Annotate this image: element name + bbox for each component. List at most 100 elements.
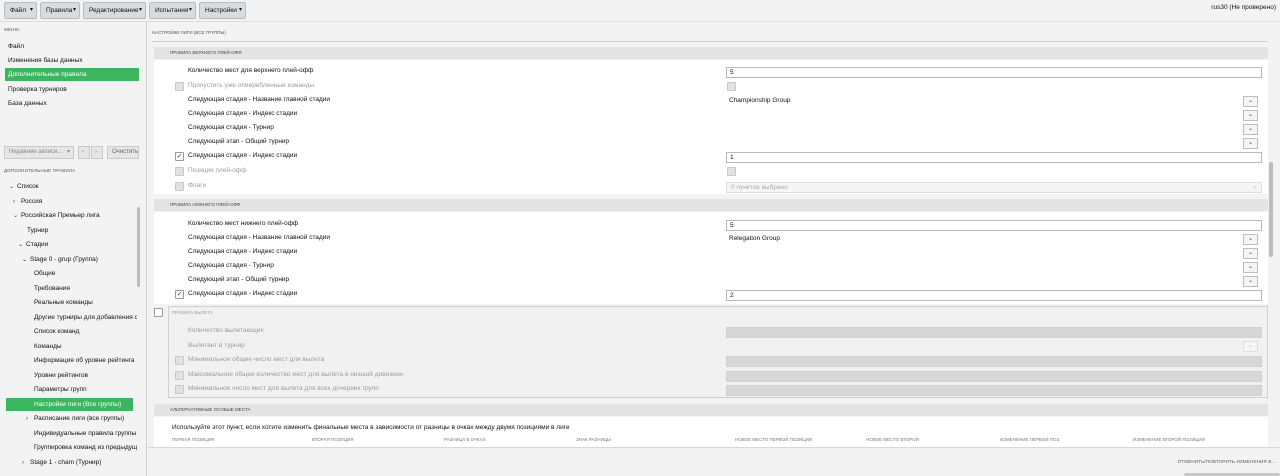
app-window: Файл ▾ Правила ▾ Редактирование ▾ Испытания… xyxy=(0,0,1280,476)
row-label: Минимальное число мест для вылета для вс… xyxy=(188,385,379,392)
tree-item[interactable]: ⌄ Stage 0 - grup (Группа) xyxy=(22,253,98,266)
skip-teams-checkbox[interactable] xyxy=(175,82,184,91)
menu-file[interactable]: Файл ▾ xyxy=(4,2,37,19)
history-forward-button[interactable]: › xyxy=(91,146,103,159)
tree-scrollbar[interactable] xyxy=(137,207,140,287)
row-label: Количество мест нижнего плей-офф xyxy=(188,220,299,227)
row-label: Максимальное общее количество мест для в… xyxy=(188,371,404,378)
chevron-down-icon[interactable]: ⌄ xyxy=(1243,124,1258,135)
row-label: Вылетает в турнир xyxy=(188,342,245,349)
tree-item[interactable]: Группировка команд из предыдущ xyxy=(34,441,137,454)
column-header: НОВОЕ МЕСТО ПЕРВОЙ ПОЗИЦИИ xyxy=(735,437,813,442)
chevron-down-icon[interactable]: ⌄ xyxy=(1243,262,1258,273)
upper-next-stage-name-select[interactable]: Championship Group xyxy=(726,96,1262,107)
nav-file[interactable]: Файл xyxy=(5,40,139,53)
row-label: Следующая стадия - Индекс стадии xyxy=(188,152,298,159)
chevron-down-icon: ▾ xyxy=(238,7,242,13)
history-back-button[interactable]: ‹ xyxy=(78,146,90,159)
menu-rules[interactable]: Правила ▾ xyxy=(40,2,80,19)
menu-edit[interactable]: Редактирование ▾ xyxy=(83,2,146,19)
tree-item-selected[interactable]: Настройки лиги (Все группы) xyxy=(6,398,133,411)
revert-changes-button[interactable]: ОТМЕНИТЬ/ПОВТОРИТЬ ИЗМЕНЕНИЯ В... xyxy=(1178,459,1276,464)
tree-item[interactable]: Индивидуальные правила группы xyxy=(34,427,137,440)
lower-stage-index-checkbox[interactable] xyxy=(175,290,184,299)
lower-next-stage-name-select[interactable]: Relegation Group xyxy=(726,234,1262,245)
row-label: Следующая стадия - Индекс стадии xyxy=(188,248,298,255)
menu-settings[interactable]: Настройки ▾ xyxy=(199,2,246,19)
tree-item[interactable]: Другие турниры для добавления ст xyxy=(34,311,137,324)
chevron-down-icon[interactable]: ⌄ xyxy=(1243,138,1258,149)
min-relegation-checkbox[interactable] xyxy=(175,356,184,365)
child-relegation-input[interactable] xyxy=(726,385,1262,396)
skip-teams-value-checkbox[interactable] xyxy=(727,82,736,91)
alt-places-body xyxy=(154,417,1268,447)
nav-additional-rules[interactable]: Дополнительные правила xyxy=(5,68,139,81)
main-scrollbar[interactable] xyxy=(1269,162,1273,257)
row-label: Пропустить уже отмеребленные команды xyxy=(188,82,315,89)
row-label: Количество вылетающих xyxy=(188,327,264,334)
upper-places-input[interactable]: 5 xyxy=(726,67,1262,78)
tree-item[interactable]: Реальные команды xyxy=(34,296,137,309)
upper-stage-index-checkbox[interactable] xyxy=(175,152,184,161)
tree-item[interactable]: › Россия xyxy=(13,195,42,208)
lower-playoff-header: ПРАВИЛА НИЖНЕГО ПЛЕЙ-ОФФ xyxy=(154,199,1268,211)
chevron-down-icon: ⌄ xyxy=(13,213,19,219)
tree-item[interactable]: Команды xyxy=(34,340,137,353)
nav-database[interactable]: База данных xyxy=(5,97,139,110)
tree-item[interactable]: Список команд xyxy=(34,325,137,338)
menu-section-title: МЕНЮ xyxy=(4,27,20,32)
breadcrumb: НАСТРОЙКИ ЛИГИ (ВСЕ ГРУППЫ) xyxy=(152,30,226,35)
chevron-down-icon[interactable]: ⌄ xyxy=(1243,110,1258,121)
column-header: ИЗМЕНЕНИЕ ВТОРОЙ ПОЗИЦИИ xyxy=(1133,437,1205,442)
tree-item[interactable]: Информация об уровне рейтинга xyxy=(34,354,137,367)
lower-stage-index-input[interactable]: 2 xyxy=(726,290,1262,301)
bottom-bar: ОТМЕНИТЬ/ПОВТОРИТЬ ИЗМЕНЕНИЯ В... xyxy=(148,447,1280,476)
column-header: ВТОРАЯ ПОЗИЦИЯ xyxy=(312,437,354,442)
row-label: Количество мест для верхнего плей-офф xyxy=(188,67,314,74)
tree-section-title: ДОПОЛНИТЕЛЬНЫЕ ПРАВИЛА xyxy=(4,168,76,173)
tree-item[interactable]: Общие xyxy=(34,267,137,280)
chevron-down-icon: ▾ xyxy=(66,149,70,155)
user-status: rus30 (Не проверено) xyxy=(1211,4,1276,11)
nav-check-tournaments[interactable]: Проверка турниров xyxy=(5,83,139,96)
row-label: Минимальное общее число мест для вылета xyxy=(188,356,325,363)
max-relegation-input[interactable] xyxy=(726,371,1262,382)
chevron-down-icon[interactable]: ⌄ xyxy=(1243,96,1258,107)
tree-item[interactable]: Уровни рейтингов xyxy=(34,369,137,382)
chevron-down-icon[interactable]: ⌄ xyxy=(1243,248,1258,259)
relegation-count-input[interactable] xyxy=(726,327,1262,338)
flags-select[interactable]: 0 пунктов выбрано ⌄ xyxy=(726,182,1262,193)
tree-item[interactable]: ⌄ Российская Премьер лига xyxy=(13,209,100,222)
history-dropdown[interactable]: Недавние записи... ▾ xyxy=(4,146,74,159)
playoff-position-value-checkbox[interactable] xyxy=(727,167,736,176)
min-relegation-input[interactable] xyxy=(726,356,1262,367)
tree-item[interactable]: › Stage 1 - cham (Турнир) xyxy=(22,456,101,469)
chevron-down-icon: ▾ xyxy=(188,7,192,13)
alt-places-header: АЛЬТЕРНАТИВНЫЕ ОСОБЫЕ МЕСТА xyxy=(154,404,1268,416)
lower-places-input[interactable]: 5 xyxy=(726,220,1262,231)
flags-checkbox[interactable] xyxy=(175,182,184,191)
tree-item[interactable]: Требования xyxy=(34,282,137,295)
tree-item[interactable]: ⌄ Стадии xyxy=(18,238,48,251)
upper-playoff-body xyxy=(154,60,1268,194)
clear-button[interactable]: Очистить xyxy=(107,146,139,159)
max-relegation-checkbox[interactable] xyxy=(175,371,184,380)
playoff-position-checkbox[interactable] xyxy=(175,167,184,176)
upper-stage-index-input[interactable]: 1 xyxy=(726,152,1262,163)
tree-item[interactable]: Турнир xyxy=(27,224,48,237)
tree-item[interactable]: ⌄ Список xyxy=(9,180,39,193)
row-label: Следующая стадия - Турнир xyxy=(188,124,274,131)
row-label: Следующая стадия - Индекс стадии xyxy=(188,110,298,117)
row-label: Следующая стадия - Индекс стадии xyxy=(188,290,298,297)
tree-item[interactable]: Параметры групп xyxy=(34,383,137,396)
tree-item[interactable]: › Расписание лиги (все группы) xyxy=(26,412,137,425)
chevron-down-icon[interactable]: ⌄ xyxy=(1243,234,1258,245)
menu-tests[interactable]: Испытания ▾ xyxy=(149,2,196,19)
nav-db-changes[interactable]: Изменения базы данных xyxy=(5,54,139,67)
child-relegation-checkbox[interactable] xyxy=(175,385,184,394)
chevron-down-icon[interactable]: ⌄ xyxy=(1243,341,1258,352)
relegation-checkbox[interactable] xyxy=(154,308,163,317)
chevron-down-icon[interactable]: ⌄ xyxy=(1243,276,1258,287)
upper-playoff-header: ПРАВИЛА ВЕРХНЕГО ПЛЕЙ-ОФФ xyxy=(154,47,1268,59)
row-label: Следующий этап - Общий турнир xyxy=(188,276,290,283)
